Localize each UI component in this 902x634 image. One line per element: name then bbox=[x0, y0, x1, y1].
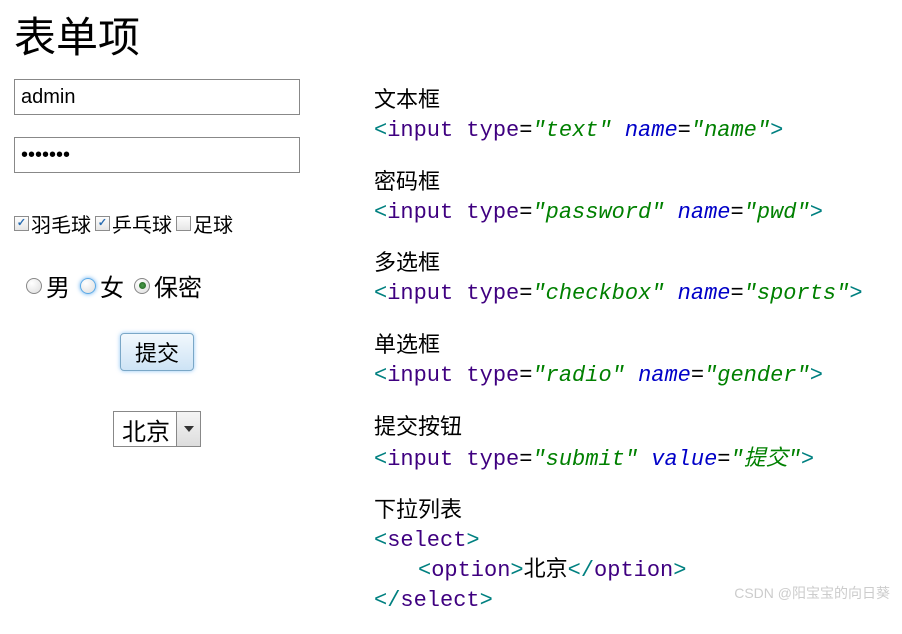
password-input[interactable] bbox=[14, 137, 300, 173]
radio-label: 保密 bbox=[154, 268, 202, 303]
page-title: 表单项 bbox=[14, 4, 354, 65]
section-label: 多选框 bbox=[374, 245, 888, 277]
radio-row: 男女保密 bbox=[26, 268, 354, 303]
radio-icon bbox=[80, 278, 96, 294]
code-section: 密码框<input type="password" name="pwd"> bbox=[374, 164, 888, 228]
code-line: <input type="password" name="pwd"> bbox=[374, 198, 888, 228]
code-line: <select> bbox=[374, 526, 888, 556]
code-section: 多选框<input type="checkbox" name="sports"> bbox=[374, 245, 888, 309]
radio-label: 男 bbox=[46, 268, 70, 303]
city-select[interactable]: 北京 bbox=[113, 411, 201, 447]
section-label: 密码框 bbox=[374, 164, 888, 196]
code-line: <option>北京</option> bbox=[374, 556, 888, 586]
submit-button[interactable]: 提交 bbox=[120, 333, 194, 371]
radio-icon bbox=[26, 278, 42, 294]
name-input[interactable] bbox=[14, 79, 300, 115]
radio-icon bbox=[134, 278, 150, 294]
code-line: <input type="radio" name="gender"> bbox=[374, 361, 888, 391]
checkbox-icon bbox=[95, 216, 110, 231]
select-value: 北京 bbox=[114, 412, 176, 446]
watermark: CSDN @阳宝宝的向日葵 bbox=[734, 583, 890, 603]
chevron-down-icon bbox=[176, 412, 200, 446]
code-section: 提交按钮<input type="submit" value="提交"> bbox=[374, 409, 888, 475]
section-label: 单选框 bbox=[374, 327, 888, 359]
code-section: 文本框<input type="text" name="name"> bbox=[374, 82, 888, 146]
checkbox-icon bbox=[176, 216, 191, 231]
checkbox-label: 足球 bbox=[193, 209, 233, 238]
checkbox-足球[interactable]: 足球 bbox=[176, 209, 233, 238]
code-line: <input type="submit" value="提交"> bbox=[374, 443, 888, 475]
radio-label: 女 bbox=[100, 268, 124, 303]
checkbox-label: 乒乓球 bbox=[112, 209, 172, 238]
checkbox-icon bbox=[14, 216, 29, 231]
code-line: <input type="text" name="name"> bbox=[374, 116, 888, 146]
section-label: 下拉列表 bbox=[374, 492, 888, 524]
section-label: 文本框 bbox=[374, 82, 888, 114]
radio-保密[interactable]: 保密 bbox=[134, 268, 202, 303]
section-label: 提交按钮 bbox=[374, 409, 888, 441]
checkbox-乒乓球[interactable]: 乒乓球 bbox=[95, 209, 172, 238]
radio-男[interactable]: 男 bbox=[26, 268, 70, 303]
code-line: <input type="checkbox" name="sports"> bbox=[374, 279, 888, 309]
radio-女[interactable]: 女 bbox=[80, 268, 124, 303]
code-section: 单选框<input type="radio" name="gender"> bbox=[374, 327, 888, 391]
checkbox-label: 羽毛球 bbox=[31, 209, 91, 238]
checkbox-羽毛球[interactable]: 羽毛球 bbox=[14, 209, 91, 238]
checkbox-row: 羽毛球乒乓球足球 bbox=[14, 209, 354, 238]
